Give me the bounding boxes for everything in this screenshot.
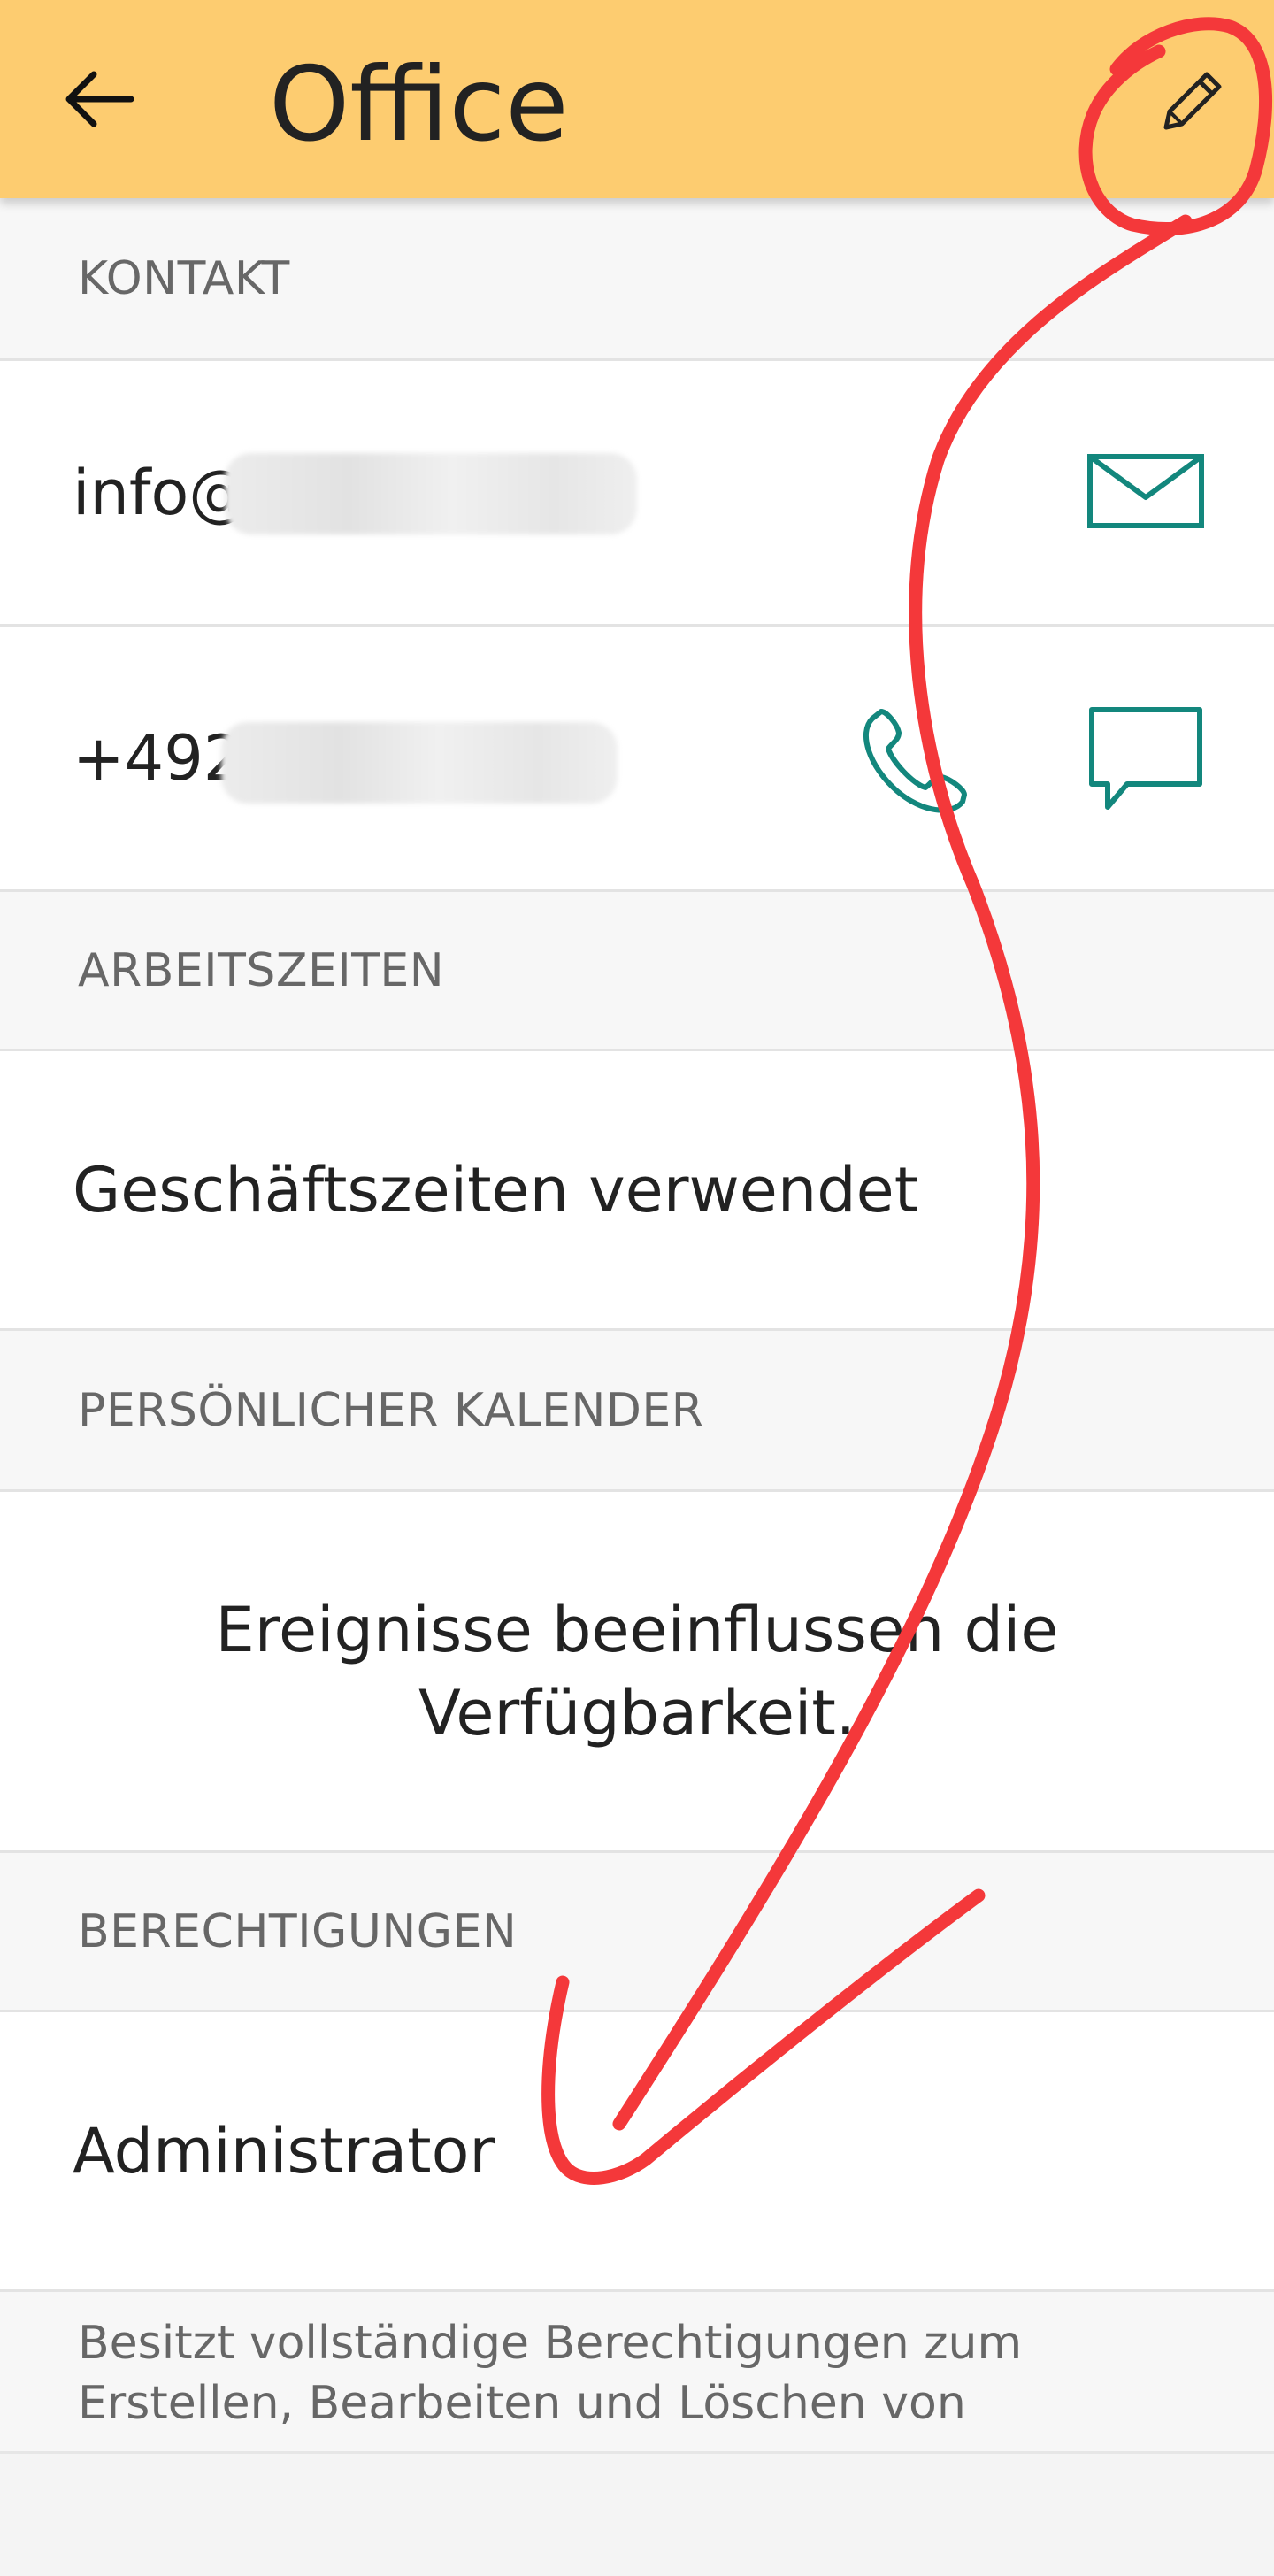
section-title-work-hours: ARBEITSZEITEN (78, 943, 445, 997)
app-bar: Office (0, 0, 1274, 198)
send-email-button[interactable] (1086, 453, 1205, 529)
section-header-permissions: BERECHTIGUNGEN (0, 1853, 1274, 2012)
pencil-icon (1163, 72, 1222, 130)
call-button[interactable] (853, 703, 977, 818)
edit-button[interactable] (1141, 55, 1239, 152)
message-button[interactable] (1086, 704, 1205, 816)
section-header-contact: KONTAKT (0, 198, 1274, 361)
calendar-row[interactable]: Ereignisse beeinflussen die Verfügbarkei… (0, 1492, 1274, 1853)
bottom-area (0, 2451, 1274, 2576)
page-title: Office (269, 45, 569, 165)
section-title-permissions: BERECHTIGUNGEN (78, 1904, 518, 1958)
role-description: Besitzt vollständige Berechtigungen zum … (0, 2292, 1274, 2451)
phone-row[interactable]: +492 (0, 627, 1274, 892)
section-title-contact: KONTAKT (78, 251, 290, 305)
redacted-email (225, 453, 637, 534)
back-button[interactable] (50, 57, 149, 142)
phone-value: +492 (73, 721, 243, 795)
calendar-line-1: Ereignisse beeinflussen die (215, 1593, 1059, 1666)
work-hours-row[interactable]: Geschäftszeiten verwendet (0, 1051, 1274, 1331)
redacted-phone (221, 722, 618, 804)
email-row[interactable]: info@ (0, 361, 1274, 627)
role-row[interactable]: Administrator (0, 2012, 1274, 2292)
section-header-work-hours: ARBEITSZEITEN (0, 892, 1274, 1051)
section-header-calendar: PERSÖNLICHER KALENDER (0, 1331, 1274, 1492)
phone-icon (863, 709, 967, 813)
envelope-icon (1087, 454, 1204, 528)
arrow-left-icon (65, 71, 134, 127)
chat-bubble-icon (1089, 707, 1202, 810)
section-title-calendar: PERSÖNLICHER KALENDER (78, 1383, 704, 1437)
calendar-availability-text: Ereignisse beeinflussen die Verfügbarkei… (0, 1588, 1274, 1755)
role-value: Administrator (73, 2114, 495, 2188)
role-description-text: Besitzt vollständige Berechtigungen zum … (78, 2317, 1023, 2430)
work-hours-value: Geschäftszeiten verwendet (73, 1153, 919, 1226)
calendar-line-2: Verfügbarkeit. (418, 1676, 856, 1749)
